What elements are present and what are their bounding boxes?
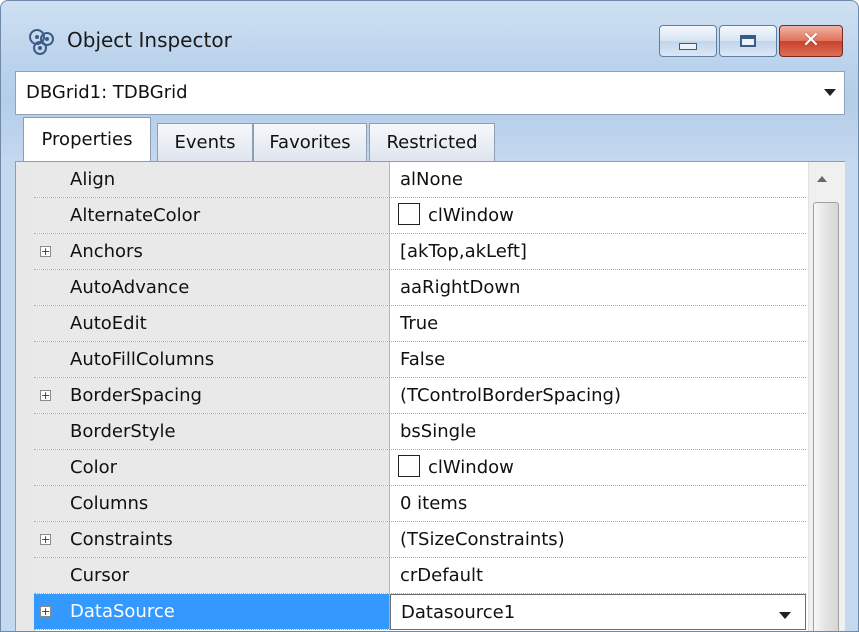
property-value-cell[interactable]: bsSingle [390, 414, 806, 449]
property-name-cell: BorderStyle [34, 414, 390, 449]
property-row-autoadvance[interactable]: AutoAdvance aaRightDown [34, 270, 806, 306]
chevron-down-icon [824, 89, 836, 96]
minimize-icon [679, 42, 697, 50]
property-name-cell: Columns [34, 486, 390, 521]
property-value-cell[interactable]: clWindow [390, 198, 806, 233]
property-value: Datasource1 [401, 602, 516, 623]
color-swatch [398, 203, 420, 225]
property-name: Constraints [70, 529, 173, 550]
tab-properties[interactable]: Properties [23, 117, 151, 161]
property-value: 0 items [400, 493, 468, 514]
property-value-cell[interactable]: clWindow [390, 450, 806, 485]
property-value-cell[interactable]: alNone [390, 162, 806, 197]
expand-plus-icon[interactable]: + [40, 390, 51, 401]
property-row-datasource[interactable]: + DataSource Datasource1 [34, 594, 806, 630]
grid-gutter [16, 162, 35, 631]
property-name: DataSource [70, 601, 175, 622]
property-name: AutoFillColumns [70, 349, 215, 370]
property-row-autofillcolumns[interactable]: AutoFillColumns False [34, 342, 806, 378]
property-row-cursor[interactable]: Cursor crDefault [34, 558, 806, 594]
object-inspector-icon [29, 29, 54, 55]
property-value: crDefault [400, 565, 484, 586]
component-selector-value: DBGrid1: TDBGrid [26, 82, 188, 103]
vertical-scrollbar[interactable] [808, 162, 845, 631]
property-name: Align [70, 169, 116, 190]
property-value-cell[interactable]: True [390, 306, 806, 341]
color-swatch [398, 455, 420, 477]
close-icon: ✕ [801, 28, 821, 53]
property-value-cell[interactable]: (TSizeConstraints) [390, 522, 806, 557]
scroll-thumb[interactable] [813, 202, 839, 631]
property-value: bsSingle [400, 421, 477, 442]
property-value: clWindow [428, 205, 514, 226]
property-name-cell: Color [34, 450, 390, 485]
property-value: [akTop,akLeft] [400, 241, 527, 262]
scroll-up-arrow-icon[interactable] [817, 176, 827, 182]
object-inspector-window: Object Inspector ✕ DBGrid1: TDBGrid Prop… [0, 0, 859, 632]
property-value: alNone [400, 169, 463, 190]
property-name: AlternateColor [70, 205, 201, 226]
property-name-cell: AutoFillColumns [34, 342, 390, 377]
property-name: AutoEdit [70, 313, 147, 334]
expand-plus-icon[interactable]: + [40, 606, 51, 617]
property-value-cell[interactable]: aaRightDown [390, 270, 806, 305]
property-name: Cursor [70, 565, 130, 586]
property-row-color[interactable]: Color clWindow [34, 450, 806, 486]
property-name: Anchors [70, 241, 143, 262]
property-name-cell: AutoAdvance [34, 270, 390, 305]
property-grid: Align alNone AlternateColor clWindow + A… [34, 162, 806, 630]
property-row-borderstyle[interactable]: BorderStyle bsSingle [34, 414, 806, 450]
property-name: Columns [70, 493, 149, 514]
property-name-cell: Align [34, 162, 390, 197]
property-value-cell[interactable]: (TControlBorderSpacing) [390, 378, 806, 413]
property-name-cell: Cursor [34, 558, 390, 593]
maximize-button[interactable] [719, 25, 777, 57]
component-selector[interactable]: DBGrid1: TDBGrid [15, 71, 845, 115]
datasource-dropdown[interactable]: Datasource1 [390, 594, 806, 630]
property-value: True [400, 313, 439, 334]
property-row-columns[interactable]: Columns 0 items [34, 486, 806, 522]
property-row-autoedit[interactable]: AutoEdit True [34, 306, 806, 342]
property-value-cell[interactable]: crDefault [390, 558, 806, 593]
property-grid-panel: Align alNone AlternateColor clWindow + A… [15, 161, 845, 631]
property-name-cell: + Constraints [34, 522, 390, 557]
property-value: (TControlBorderSpacing) [400, 385, 622, 406]
property-row-alternatecolor[interactable]: AlternateColor clWindow [34, 198, 806, 234]
property-name: BorderStyle [70, 421, 176, 442]
tab-restricted[interactable]: Restricted [369, 123, 495, 161]
expand-plus-icon[interactable]: + [40, 246, 51, 257]
title-bar[interactable]: Object Inspector ✕ [1, 1, 858, 71]
close-button[interactable]: ✕ [779, 25, 843, 57]
property-name-cell: + Anchors [34, 234, 390, 269]
property-value: (TSizeConstraints) [400, 529, 565, 550]
property-name: AutoAdvance [70, 277, 190, 298]
chevron-down-icon[interactable] [779, 612, 791, 619]
property-value-cell[interactable]: [akTop,akLeft] [390, 234, 806, 269]
property-name-cell: + BorderSpacing [34, 378, 390, 413]
property-value: False [400, 349, 446, 370]
property-row-constraints[interactable]: + Constraints (TSizeConstraints) [34, 522, 806, 558]
property-row-anchors[interactable]: + Anchors [akTop,akLeft] [34, 234, 806, 270]
property-name-cell: AlternateColor [34, 198, 390, 233]
tab-favorites[interactable]: Favorites [253, 123, 367, 161]
property-name-cell: AutoEdit [34, 306, 390, 341]
expand-plus-icon[interactable]: + [40, 534, 51, 545]
property-row-align[interactable]: Align alNone [34, 162, 806, 198]
property-name-cell: + DataSource [34, 594, 390, 629]
property-row-borderspacing[interactable]: + BorderSpacing (TControlBorderSpacing) [34, 378, 806, 414]
tab-events[interactable]: Events [157, 123, 253, 161]
minimize-button[interactable] [659, 25, 717, 57]
property-value-cell[interactable]: False [390, 342, 806, 377]
property-value: clWindow [428, 457, 514, 478]
window-title: Object Inspector [67, 28, 232, 52]
property-name: Color [70, 457, 117, 478]
maximize-icon [740, 35, 756, 47]
property-name: BorderSpacing [70, 385, 202, 406]
property-value-cell[interactable]: 0 items [390, 486, 806, 521]
property-value: aaRightDown [400, 277, 521, 298]
